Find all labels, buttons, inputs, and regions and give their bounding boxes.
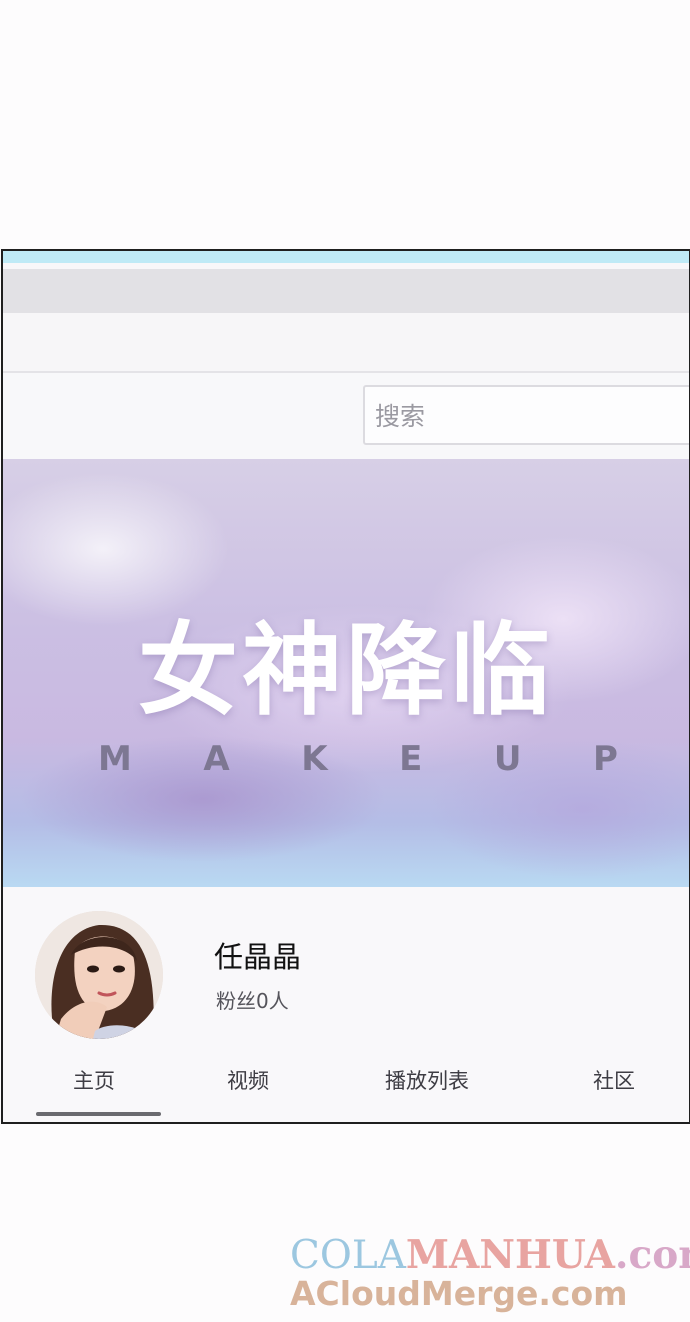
watermark: COLAMANHUA.com ACloudMerge.com bbox=[290, 1232, 690, 1313]
watermark-part2: MANHUA bbox=[405, 1232, 615, 1278]
watermark-line2: ACloudMerge.com bbox=[290, 1274, 628, 1313]
banner-letter: M bbox=[98, 739, 132, 779]
banner-letter: K bbox=[301, 739, 328, 779]
watermark-part3: .com bbox=[614, 1232, 690, 1278]
tab-videos[interactable]: 视频 bbox=[227, 1065, 269, 1095]
banner-letter: U bbox=[493, 739, 522, 779]
watermark-line1: COLAMANHUA.com bbox=[290, 1232, 690, 1278]
active-tab-indicator bbox=[36, 1112, 161, 1116]
address-bar[interactable] bbox=[3, 313, 689, 373]
channel-name[interactable]: 任晶晶 bbox=[214, 934, 301, 976]
search-placeholder: 搜索 bbox=[375, 402, 426, 431]
tab-community[interactable]: 社区 bbox=[593, 1065, 635, 1095]
banner-subtitle: M A K E U P bbox=[98, 739, 618, 779]
subscriber-count: 粉丝0人 bbox=[216, 989, 289, 1013]
banner-title: 女神降临 bbox=[138, 612, 554, 729]
search-input[interactable]: 搜索 bbox=[363, 385, 689, 445]
tab-playlists[interactable]: 播放列表 bbox=[385, 1065, 469, 1095]
avatar[interactable] bbox=[35, 911, 163, 1039]
top-accent-bar bbox=[3, 251, 689, 263]
banner-letter: A bbox=[203, 739, 230, 779]
banner-letter: P bbox=[593, 739, 618, 779]
channel-banner: 女神降临 M A K E U P bbox=[3, 459, 689, 887]
channel-tabs: 主页 视频 播放列表 社区 bbox=[3, 1065, 689, 1105]
browser-window: 搜索 女神降临 M A K E U P 任晶晶 粉丝0人 主页 视频 播放列表 … bbox=[1, 249, 690, 1124]
watermark-part1: COLA bbox=[290, 1233, 406, 1278]
banner-letter: E bbox=[399, 739, 423, 779]
tab-home[interactable]: 主页 bbox=[73, 1065, 115, 1095]
browser-tab-strip bbox=[3, 269, 689, 313]
avatar-portrait-icon bbox=[35, 911, 163, 1039]
